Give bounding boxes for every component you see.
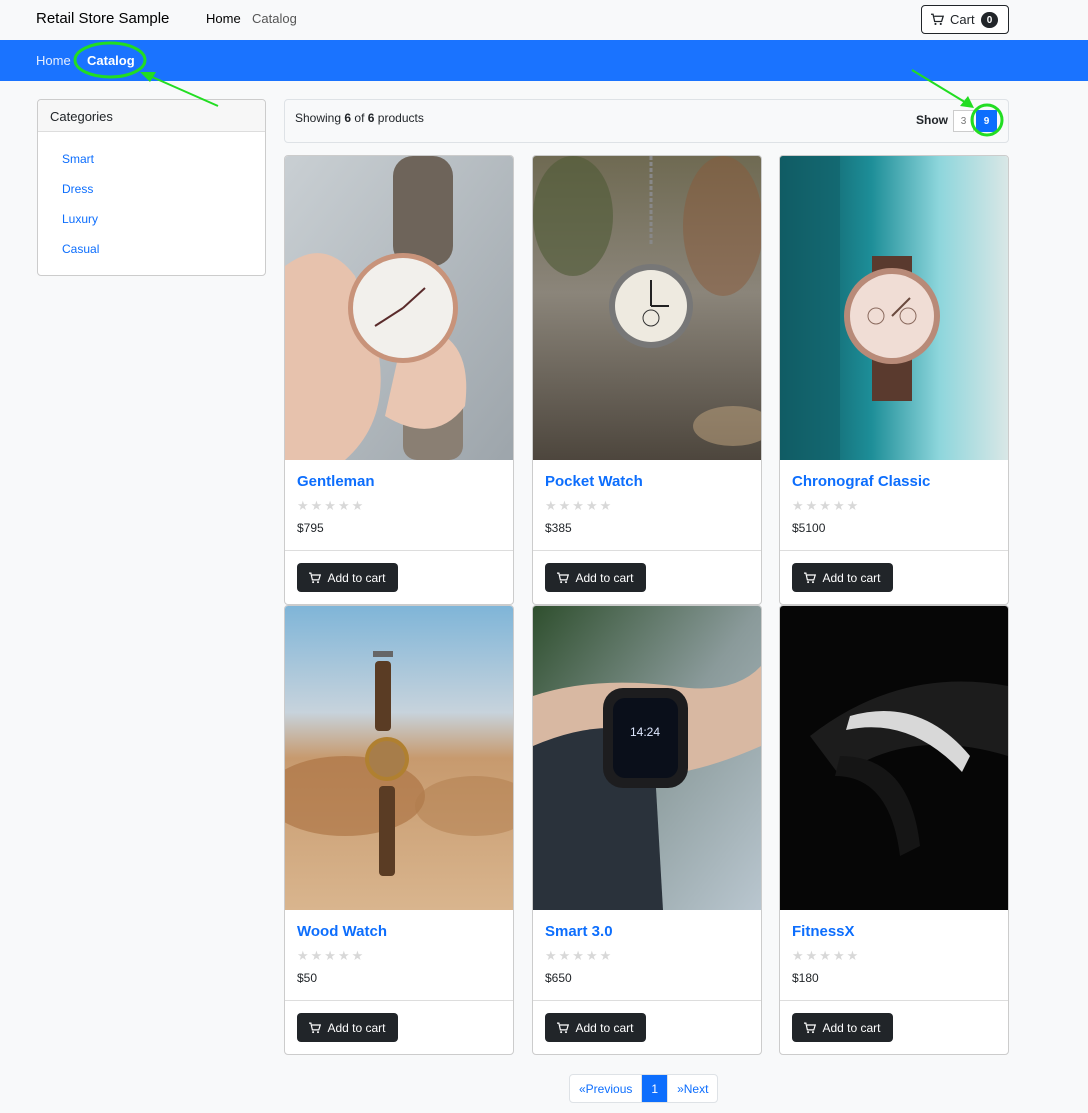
wood-watch-image [285,606,513,910]
rating-stars-icon: ★★★★★ [545,948,614,963]
breadcrumb: Home Catalog [0,40,1088,81]
show-9-option[interactable]: 9 [976,110,997,132]
cart-count-badge: 0 [981,12,998,28]
add-to-cart-button[interactable]: Add to cart [297,1013,398,1042]
add-to-cart-label: Add to cart [822,570,881,585]
add-to-cart-label: Add to cart [327,1020,386,1035]
cart-icon [309,1022,322,1033]
add-to-cart-button[interactable]: Add to cart [545,1013,646,1042]
product-price: $650 [545,971,572,985]
next-page-button[interactable]: »Next [667,1075,717,1102]
results-toolbar: Showing 6 of 6 products Show 3 9 [284,99,1009,143]
showing-prefix: Showing [295,111,342,125]
product-card: Pocket Watch ★★★★★ $385 Add to cart [532,155,762,605]
product-title[interactable]: FitnessX [792,923,855,940]
page-1-button[interactable]: 1 [641,1075,668,1102]
product-price: $5100 [792,521,826,535]
categories-panel: Categories Smart Dress Luxury Casual [37,99,266,276]
categories-title: Categories [38,100,265,132]
card-footer: Add to cart [285,1000,513,1054]
shown-count: 6 [344,111,352,125]
rating-stars-icon: ★★★★★ [297,498,366,513]
breadcrumb-catalog: Catalog [87,53,135,68]
category-casual[interactable]: Casual [62,242,99,256]
cart-button[interactable]: Cart 0 [921,5,1009,34]
cart-label: Cart [950,12,975,27]
brand-logo[interactable]: Retail Store Sample [36,10,169,27]
cart-icon [557,1022,570,1033]
cart-icon [804,1022,817,1033]
add-to-cart-button[interactable]: Add to cart [792,563,893,592]
add-to-cart-button[interactable]: Add to cart [297,563,398,592]
rating-stars-icon: ★★★★★ [297,948,366,963]
add-to-cart-button[interactable]: Add to cart [792,1013,893,1042]
product-image[interactable]: 14:24 [533,606,761,910]
product-image[interactable] [780,606,1008,910]
cart-icon [931,13,944,26]
product-title[interactable]: Smart 3.0 [545,923,613,940]
card-footer: Add to cart [533,1000,761,1054]
cart-icon [557,572,570,583]
card-footer: Add to cart [780,550,1008,604]
add-to-cart-button[interactable]: Add to cart [545,563,646,592]
product-price: $385 [545,521,572,535]
product-title[interactable]: Pocket Watch [545,473,643,490]
nav-home[interactable]: Home [206,11,241,26]
product-image[interactable] [780,156,1008,460]
rating-stars-icon: ★★★★★ [792,948,861,963]
smartwatch-wrist-image: 14:24 [533,606,761,910]
wristwatch-hand-image [285,156,513,460]
product-image[interactable] [533,156,761,460]
nav-catalog[interactable]: Catalog [252,11,297,26]
product-title[interactable]: Chronograf Classic [792,473,930,490]
of-text: of [354,111,365,125]
svg-text:14:24: 14:24 [630,725,660,739]
top-navbar: Retail Store Sample Home Catalog Cart 0 [0,0,1088,40]
cart-icon [309,572,322,583]
previous-page-button[interactable]: «Previous [570,1075,641,1102]
product-title[interactable]: Wood Watch [297,923,387,940]
show-label: Show [916,113,948,127]
product-price: $50 [297,971,318,985]
add-to-cart-label: Add to cart [327,570,386,585]
product-card: FitnessX ★★★★★ $180 Add to cart [779,605,1009,1055]
product-card: 14:24 Smart 3.0 ★★★★★ $650 Add to cart [532,605,762,1055]
card-footer: Add to cart [285,550,513,604]
card-footer: Add to cart [780,1000,1008,1054]
rating-stars-icon: ★★★★★ [545,498,614,513]
add-to-cart-label: Add to cart [822,1020,881,1035]
product-card: Chronograf Classic ★★★★★ $5100 Add to ca… [779,155,1009,605]
breadcrumb-home[interactable]: Home [36,53,71,68]
category-smart[interactable]: Smart [62,152,94,166]
add-to-cart-label: Add to cart [575,1020,634,1035]
total-count: 6 [367,111,375,125]
product-card: Gentleman ★★★★★ $795 Add to cart [284,155,514,605]
products-text: products [377,111,424,125]
pagination: «Previous 1 »Next [569,1074,719,1103]
pocket-watch-image [533,156,761,460]
category-dress[interactable]: Dress [62,182,93,196]
chronograph-watch-image [780,156,1008,460]
product-image[interactable] [285,156,513,460]
category-luxury[interactable]: Luxury [62,212,98,226]
card-footer: Add to cart [533,550,761,604]
show-3-option[interactable]: 3 [953,110,974,132]
rating-stars-icon: ★★★★★ [792,498,861,513]
showing-summary: Showing 6 of 6 products [295,111,424,125]
add-to-cart-label: Add to cart [575,570,634,585]
product-card: Wood Watch ★★★★★ $50 Add to cart [284,605,514,1055]
product-image[interactable] [285,606,513,910]
product-price: $795 [297,521,324,535]
product-price: $180 [792,971,819,985]
cart-icon [804,572,817,583]
fitness-band-image [780,606,1008,910]
product-title[interactable]: Gentleman [297,473,375,490]
